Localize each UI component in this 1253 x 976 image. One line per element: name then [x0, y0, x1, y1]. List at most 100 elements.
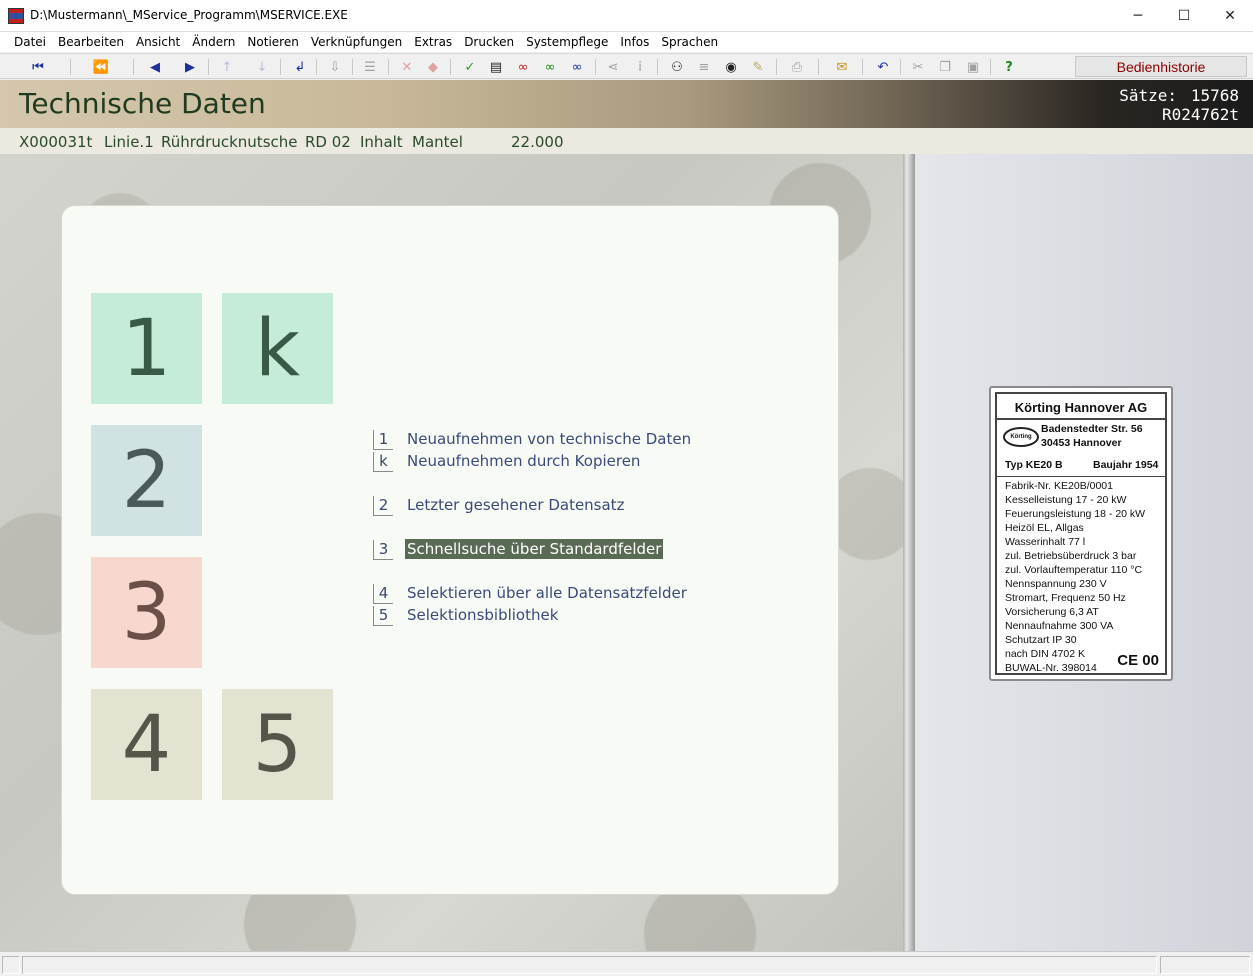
menu-infos[interactable]: Infos [614, 35, 655, 49]
info-content-label: Inhalt [360, 133, 403, 151]
binoculars-icon[interactable]: ⚇ [667, 58, 687, 76]
option-new-record[interactable]: Neuaufnehmen von technische Daten [405, 429, 693, 449]
history-button[interactable]: Bedienhistorie [1075, 56, 1247, 77]
delete-icon[interactable]: ✕ [397, 58, 417, 76]
toolbar-separator [657, 59, 658, 75]
option-quick-search[interactable]: Schnellsuche über Standardfelder [405, 539, 664, 559]
option-selection-library[interactable]: Selektionsbibliothek [405, 605, 560, 625]
nameplate-row: Nennspannung 230 V [1005, 578, 1107, 590]
menu-extras[interactable]: Extras [408, 35, 458, 49]
menu-verknuepfungen[interactable]: Verknüpfungen [305, 35, 408, 49]
option-key-2[interactable]: 2 [373, 496, 393, 516]
option-key-3[interactable]: 3 [373, 540, 393, 560]
nameplate-row: Feuerungsleistung 18 - 20 kW [1005, 508, 1146, 520]
form-icon[interactable]: ▤ [486, 58, 506, 76]
nameplate-image: Körting Hannover AG Körting Badenstedter… [989, 386, 1173, 681]
status-panel [1160, 956, 1250, 974]
first-record-icon[interactable]: ⏮ [28, 58, 48, 76]
toolbar: ⏮ ⏪ ◀ ▶ ↑ ↓ ↲ ⇩ ☰ ✕ ◆ ✓ ▤ ∞ ∞ ∞ ⋖ ⅰ ⚇ ≡ … [0, 53, 1253, 79]
import-icon[interactable]: ⇩ [325, 58, 345, 76]
info-rd: RD 02 [305, 133, 351, 151]
title-bar: D:\Mustermann\_MService_Programm\MSERVIC… [0, 0, 1253, 32]
option-key-1[interactable]: 1 [373, 430, 393, 450]
menu-datei[interactable]: Datei [8, 35, 52, 49]
toolbar-separator [776, 59, 777, 75]
info-name: Rührdrucknutsche [161, 133, 298, 151]
menu-systempflege[interactable]: Systempflege [520, 35, 614, 49]
option-last-record[interactable]: Letzter gesehener Datensatz [405, 495, 626, 515]
tile-k[interactable]: k [222, 293, 333, 404]
option-key-k[interactable]: k [373, 452, 393, 472]
option-select-all-fields[interactable]: Selektieren über alle Datensatzfelder [405, 583, 689, 603]
menu-bearbeiten[interactable]: Bearbeiten [52, 35, 130, 49]
record-count-value: 15768 [1190, 86, 1239, 105]
info-code: X000031t [19, 133, 93, 151]
menu-bar: Datei Bearbeiten Ansicht Ändern Notieren… [0, 32, 1253, 52]
info-part: Mantel [412, 133, 463, 151]
nameplate-company: Körting Hannover AG [1014, 400, 1148, 415]
print-icon[interactable]: ⎙ [787, 58, 807, 76]
record-count-label: Sätze: [1119, 86, 1177, 105]
toolbar-separator [388, 59, 389, 75]
nameplate-street: Badenstedter Str. 56 [1041, 423, 1143, 435]
menu-sprachen[interactable]: Sprachen [655, 35, 724, 49]
toolbar-separator [450, 59, 451, 75]
undo-icon[interactable]: ↶ [873, 58, 893, 76]
option-key-4[interactable]: 4 [373, 584, 393, 604]
splitter[interactable] [903, 154, 915, 951]
copy-icon[interactable]: ❐ [935, 58, 955, 76]
record-info-line: X000031t Linie.1 Rührdrucknutsche RD 02 … [0, 128, 1253, 154]
toolbar-separator [900, 59, 901, 75]
erase-icon[interactable]: ◆ [423, 58, 443, 76]
confirm-icon[interactable]: ✓ [460, 58, 480, 76]
nameplate-row: Stromart, Frequenz 50 Hz [1005, 592, 1126, 604]
tile-3[interactable]: 3 [91, 557, 202, 668]
red-swirl-icon[interactable]: ∞ [513, 58, 533, 76]
ce-mark-icon: CE 00 [1117, 652, 1159, 669]
down-arrow-icon[interactable]: ↓ [252, 58, 272, 76]
next-record-icon[interactable]: ▶ [180, 58, 200, 76]
green-swirl-icon[interactable]: ∞ [540, 58, 560, 76]
nameplate-row: Fabrik-Nr. KE20B/0001 [1005, 480, 1113, 492]
toolbar-separator [352, 59, 353, 75]
tile-2[interactable]: 2 [91, 425, 202, 536]
share-icon[interactable]: ⋖ [603, 58, 623, 76]
maximize-button[interactable]: ☐ [1161, 0, 1207, 31]
previous-record-icon[interactable]: ◀ [145, 58, 165, 76]
option-key-5[interactable]: 5 [373, 606, 393, 626]
toolbar-separator [818, 59, 819, 75]
blue-swirl-icon[interactable]: ∞ [567, 58, 587, 76]
menu-ansicht[interactable]: Ansicht [130, 35, 186, 49]
nameplate-divider [997, 476, 1165, 477]
page-title: Technische Daten [19, 87, 266, 120]
menu-notieren[interactable]: Notieren [241, 35, 304, 49]
help-icon[interactable]: ? [999, 58, 1019, 76]
toolbar-separator [862, 59, 863, 75]
toolbar-separator [316, 59, 317, 75]
minimize-button[interactable]: ─ [1115, 0, 1161, 31]
mail-icon[interactable]: ✉ [832, 58, 852, 76]
tile-5[interactable]: 5 [222, 689, 333, 800]
lines-icon[interactable]: ≡ [694, 58, 714, 76]
menu-aendern[interactable]: Ändern [186, 35, 241, 49]
nameplate-year: Baujahr 1954 [1093, 459, 1159, 471]
nameplate-row: zul. Vorlauftemperatur 110 °C [1005, 564, 1143, 576]
tile-1[interactable]: 1 [91, 293, 202, 404]
window-title: D:\Mustermann\_MService_Programm\MSERVIC… [30, 8, 348, 22]
nameplate-city: 30453 Hannover [1041, 437, 1122, 449]
up-arrow-icon[interactable]: ↑ [217, 58, 237, 76]
tile-4[interactable]: 4 [91, 689, 202, 800]
close-button[interactable]: ✕ [1207, 0, 1253, 31]
option-copy-record[interactable]: Neuaufnehmen durch Kopieren [405, 451, 642, 471]
info-icon[interactable]: ⅰ [630, 58, 650, 76]
previous-page-icon[interactable]: ⏪ [91, 58, 111, 76]
nameplate-type: Typ KE20 B [1005, 459, 1063, 471]
cut-icon[interactable]: ✂ [908, 58, 928, 76]
brush-icon[interactable]: ✎ [748, 58, 768, 76]
eye-icon[interactable]: ◉ [721, 58, 741, 76]
return-icon[interactable]: ↲ [290, 58, 310, 76]
paste-icon[interactable]: ▣ [963, 58, 983, 76]
status-panel [2, 956, 20, 974]
menu-drucken[interactable]: Drucken [458, 35, 520, 49]
list-icon[interactable]: ☰ [360, 58, 380, 76]
